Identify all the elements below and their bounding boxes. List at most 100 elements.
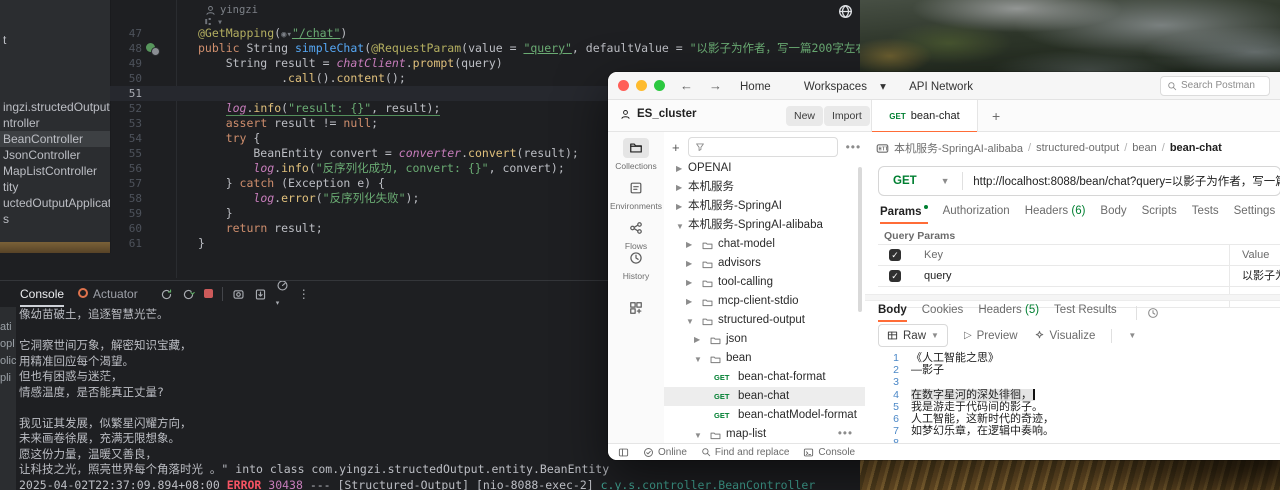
response-body[interactable]: 1 《人工智能之思》 2 —影子 3 4 在数字星河的深处徘徊， 5 我是游走于代码间的影子。 6… (865, 350, 1280, 443)
row-checkbox[interactable]: ✓ (889, 270, 901, 282)
project-tree-item[interactable]: ntroller (0, 115, 110, 131)
project-tree-item[interactable]: t (0, 32, 110, 48)
tree-request-bean-chatModel-format[interactable]: GET bean-chatModel-format (664, 406, 865, 425)
add-collection-icon[interactable]: + (672, 140, 680, 155)
filter-input[interactable] (687, 137, 838, 157)
menu-home[interactable]: Home (740, 81, 771, 93)
tree-folder-mcp-client-stdio[interactable]: ▶ mcp-client-stdio (664, 292, 865, 311)
project-tree-item[interactable]: tity (0, 179, 110, 195)
minimize-traffic-light[interactable] (636, 80, 647, 91)
tree-collection-本机服务-SpringAI-alibaba[interactable]: ▼ 本机服务-SpringAI-alibaba (664, 216, 865, 235)
online-status[interactable]: Online (643, 447, 687, 458)
tab-tests[interactable]: Tests (1192, 205, 1219, 224)
scroll-to-end-icon[interactable] (254, 288, 267, 301)
tab-body[interactable]: Body (1100, 205, 1126, 224)
visualize-button[interactable]: Visualize (1034, 330, 1095, 342)
more-vertical-icon[interactable]: ⋮ (298, 285, 310, 303)
console-toggle[interactable]: Console (803, 447, 855, 458)
param-value-cell[interactable]: 以影子为作者， (1230, 266, 1280, 286)
chevron-right-icon[interactable]: ▶ (686, 292, 692, 311)
response-history-icon[interactable] (1147, 307, 1159, 319)
stop-icon[interactable] (203, 285, 213, 303)
chevron-down-icon[interactable]: ▼ (694, 350, 702, 369)
forward-arrow-icon[interactable]: → (709, 78, 722, 93)
tree-folder-map-list[interactable]: ▼ map-list ••• (664, 425, 865, 443)
code-line[interactable]: 49 String result = chatClient.prompt(que… (110, 56, 860, 71)
chevron-down-icon[interactable]: ▼ (941, 176, 950, 186)
tab-actuator[interactable]: Actuator (78, 281, 138, 307)
sidebar-toggle-icon[interactable] (618, 447, 629, 458)
rail-item-collections[interactable]: Collections (608, 138, 664, 171)
sidebar-more-icon[interactable]: ••• (846, 140, 862, 154)
raw-format-select[interactable]: Raw ▼ (878, 324, 948, 347)
rerun-failed-tests-icon[interactable] (182, 288, 195, 301)
tree-collection-本机服务-SpringAI[interactable]: ▶ 本机服务-SpringAI (664, 197, 865, 216)
breadcrumb-folder[interactable]: structured-output (1036, 142, 1119, 154)
tab-scripts[interactable]: Scripts (1142, 205, 1177, 224)
new-tab-plus-icon[interactable]: + (992, 108, 1000, 124)
tree-folder-advisors[interactable]: ▶ advisors (664, 254, 865, 273)
pane-splitter[interactable] (865, 294, 1280, 301)
tree-folder-structured-output[interactable]: ▼ structured-output (664, 311, 865, 330)
tree-folder-bean[interactable]: ▼ bean (664, 349, 865, 368)
project-tree-item[interactable]: uctedOutputApplication (0, 195, 110, 211)
tab-cookies[interactable]: Cookies (922, 304, 964, 322)
tree-request-bean-chat-format[interactable]: GET bean-chat-format (664, 368, 865, 387)
project-tree-item[interactable]: s (0, 211, 110, 227)
chevron-right-icon[interactable]: ▶ (676, 178, 682, 197)
url-input[interactable]: http://localhost:8088/bean/chat?query=以影… (973, 173, 1280, 189)
sidebar-scrollbar[interactable] (858, 167, 862, 312)
item-more-icon[interactable]: ••• (838, 425, 853, 443)
chevron-down-icon[interactable]: ▼ (676, 217, 684, 236)
breadcrumb-subfolder[interactable]: bean (1132, 142, 1156, 154)
chevron-down-icon[interactable]: ▼ (694, 426, 702, 443)
project-tree-item[interactable]: BeanController (0, 131, 110, 147)
maximize-traffic-light[interactable] (654, 80, 665, 91)
menu-workspaces[interactable]: Workspaces ▾ (794, 81, 886, 93)
tree-folder-tool-calling[interactable]: ▶ tool-calling (664, 273, 865, 292)
tree-collection-本机服务[interactable]: ▶ 本机服务 (664, 178, 865, 197)
breadcrumb-collection[interactable]: 本机服务-SpringAI-alibaba (894, 140, 1023, 156)
gc-gauge-icon[interactable]: ▾ (276, 281, 289, 310)
chevron-down-icon[interactable]: ▼ (686, 312, 694, 331)
tab-console[interactable]: Console (20, 281, 65, 307)
params-row[interactable]: ✓ query以影子为作者， (878, 265, 1280, 286)
project-tree-item[interactable]: ingzi.structedOutput (0, 99, 110, 115)
menu-api-network[interactable]: API Network (909, 81, 973, 93)
import-button[interactable]: Import (824, 106, 870, 126)
breadcrumb-request[interactable]: bean-chat (1170, 142, 1222, 154)
param-key-cell[interactable]: query (912, 266, 1230, 286)
close-traffic-light[interactable] (618, 80, 629, 91)
rerun-icon[interactable] (160, 288, 173, 301)
rail-item-history[interactable]: History (608, 248, 664, 281)
tree-folder-chat-model[interactable]: ▶ chat-model (664, 235, 865, 254)
globe-icon[interactable] (838, 4, 853, 19)
tree-collection-OPENAI[interactable]: ▶ OPENAI (664, 159, 865, 178)
chevron-right-icon[interactable]: ▶ (694, 330, 700, 349)
tab-test-results[interactable]: Test Results (1054, 304, 1117, 322)
code-line[interactable]: 47 @GetMapping(◉▾"/chat") (110, 26, 860, 41)
select-all-checkbox[interactable]: ✓ (889, 249, 901, 261)
project-tree-item[interactable]: JsonController (0, 147, 110, 163)
project-tree-item[interactable]: MapListController (0, 163, 110, 179)
tab-settings[interactable]: Settings (1234, 205, 1276, 224)
method-select[interactable]: GET (893, 175, 917, 187)
tree-request-bean-chat[interactable]: GET bean-chat (664, 387, 865, 406)
new-button[interactable]: New (786, 106, 824, 126)
tab-headers[interactable]: Headers (5) (978, 304, 1039, 322)
search-input[interactable]: Search Postman (1160, 75, 1270, 96)
tab-authorization[interactable]: Authorization (943, 205, 1010, 224)
chevron-right-icon[interactable]: ▶ (686, 273, 692, 292)
rail-item-flows[interactable]: Flows (608, 218, 664, 251)
tab-headers[interactable]: Headers (6) (1025, 205, 1086, 224)
project-tree-panel[interactable]: t ingzi.structedOutput ntroller BeanContro… (0, 0, 111, 253)
code-line[interactable]: 48 public String simpleChat(@RequestParam… (110, 41, 860, 56)
chevron-right-icon[interactable]: ▶ (676, 159, 682, 178)
chevron-down-icon[interactable]: ▼ (1128, 331, 1136, 340)
rail-item-apis[interactable] (608, 298, 664, 320)
find-and-replace[interactable]: Find and replace (701, 447, 789, 458)
tab-body[interactable]: Body (878, 304, 907, 322)
chevron-right-icon[interactable]: ▶ (686, 254, 692, 273)
tab-params[interactable]: Params (880, 205, 928, 224)
tree-folder-json[interactable]: ▶ json (664, 330, 865, 349)
